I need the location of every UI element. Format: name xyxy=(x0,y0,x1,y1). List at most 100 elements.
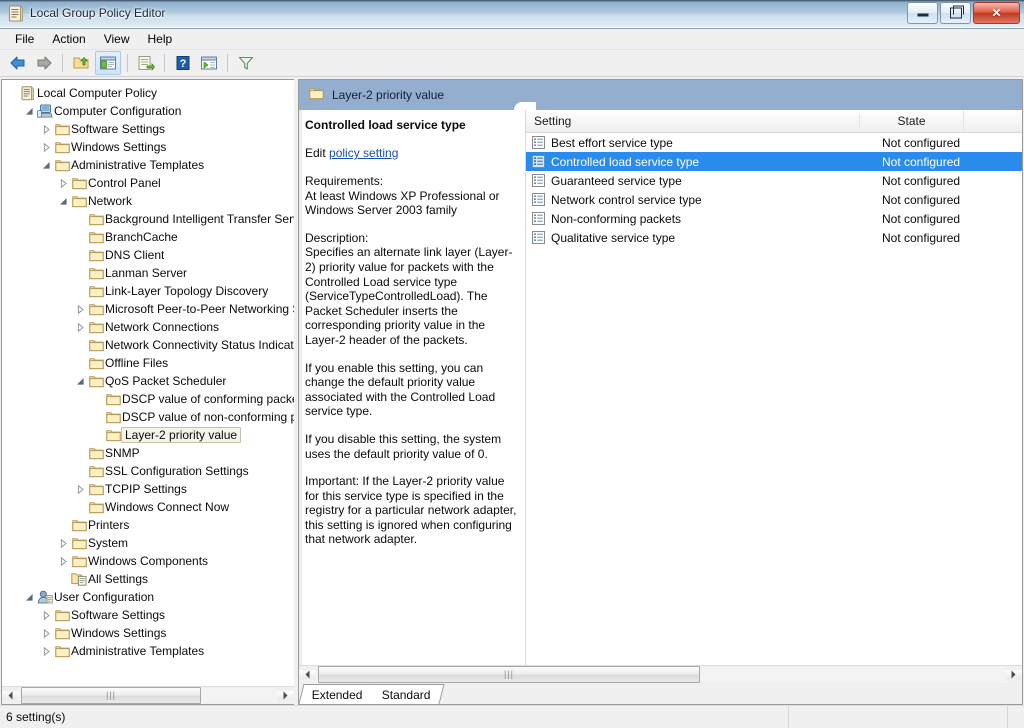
tree-item-dns-client[interactable]: DNS Client xyxy=(2,246,294,264)
table-row[interactable]: Qualitative service typeNot configured xyxy=(526,228,1022,247)
tree-item-windows-settings[interactable]: Windows Settings xyxy=(2,624,294,642)
back-arrow-icon xyxy=(9,55,27,71)
tree-item-software-settings[interactable]: Software Settings xyxy=(2,606,294,624)
tree-item-lanman-server[interactable]: Lanman Server xyxy=(2,264,294,282)
tree-horizontal-scrollbar[interactable]: ||| xyxy=(2,686,294,704)
tree-scroll-track[interactable]: ||| xyxy=(19,688,277,703)
tree-item-windows-connect-now[interactable]: Windows Connect Now xyxy=(2,498,294,516)
tree-scroll-left-button[interactable] xyxy=(2,691,19,700)
description-label: Description: xyxy=(305,231,517,246)
close-button[interactable]: ✕ xyxy=(973,2,1020,24)
tree-item-label: Windows Settings xyxy=(71,140,166,154)
results-horizontal-scrollbar[interactable]: ||| xyxy=(299,665,1022,683)
tree-item-network[interactable]: Network xyxy=(2,192,294,210)
description-scroll-indicator[interactable] xyxy=(299,110,302,665)
tree-item-windows-components[interactable]: Windows Components xyxy=(2,552,294,570)
chevron-down-icon[interactable] xyxy=(40,161,53,170)
description-block: Description: Specifies an alternate link… xyxy=(305,231,517,348)
folder-icon xyxy=(70,519,88,532)
tree-item-qos-packet-scheduler[interactable]: QoS Packet Scheduler xyxy=(2,372,294,390)
results-scroll-left-button[interactable] xyxy=(299,670,316,679)
maximize-button[interactable] xyxy=(940,2,971,24)
chevron-right-icon[interactable] xyxy=(40,611,53,620)
forward-button[interactable] xyxy=(32,52,56,74)
minimize-button[interactable] xyxy=(907,2,938,24)
tree-item-branchcache[interactable]: BranchCache xyxy=(2,228,294,246)
chevron-right-icon[interactable] xyxy=(57,557,70,566)
tree-item-ssl-configuration-settings[interactable]: SSL Configuration Settings xyxy=(2,462,294,480)
chevron-down-icon[interactable] xyxy=(23,107,36,116)
column-header-state[interactable]: State xyxy=(859,114,963,128)
up-one-level-button[interactable] xyxy=(69,52,93,74)
tree-item-system[interactable]: System xyxy=(2,534,294,552)
chevron-down-icon[interactable] xyxy=(74,377,87,386)
chevron-right-icon[interactable] xyxy=(40,629,53,638)
tree-item-computer-configuration[interactable]: Computer Configuration xyxy=(2,102,294,120)
tree-item-local-computer-policy[interactable]: Local Computer Policy xyxy=(2,84,294,102)
table-row[interactable]: Non-conforming packetsNot configured xyxy=(526,209,1022,228)
policy-setting-icon xyxy=(532,212,545,225)
chevron-right-icon[interactable] xyxy=(74,305,87,314)
tree-item-link-layer-topology-discovery[interactable]: Link-Layer Topology Discovery xyxy=(2,282,294,300)
results-scroll-track[interactable]: ||| xyxy=(316,667,1005,682)
chevron-right-icon[interactable] xyxy=(40,125,53,134)
export-list-button[interactable] xyxy=(134,52,158,74)
show-hide-action-pane-button[interactable] xyxy=(197,52,221,74)
tree-item-control-panel[interactable]: Control Panel xyxy=(2,174,294,192)
menu-help[interactable]: Help xyxy=(139,30,182,48)
tree-item-windows-settings[interactable]: Windows Settings xyxy=(2,138,294,156)
folder-icon xyxy=(104,429,122,442)
console-tree[interactable]: Local Computer PolicyComputer Configurat… xyxy=(2,80,294,686)
menu-action[interactable]: Action xyxy=(43,30,94,48)
tree-item-administrative-templates[interactable]: Administrative Templates xyxy=(2,642,294,660)
tree-item-tcpip-settings[interactable]: TCPIP Settings xyxy=(2,480,294,498)
table-row[interactable]: Controlled load service typeNot configur… xyxy=(526,152,1022,171)
tree-scroll-thumb[interactable]: ||| xyxy=(21,687,201,704)
tree-item-printers[interactable]: Printers xyxy=(2,516,294,534)
results-scroll-thumb[interactable]: ||| xyxy=(318,666,700,683)
column-header-setting[interactable]: Setting xyxy=(526,114,859,128)
tree-item-label: All Settings xyxy=(88,572,148,586)
filter-button[interactable] xyxy=(234,52,258,74)
table-row[interactable]: Guaranteed service typeNot configured xyxy=(526,171,1022,190)
chevron-down-icon[interactable] xyxy=(57,197,70,206)
tree-item-microsoft-peer-to-peer-networking-services[interactable]: Microsoft Peer-to-Peer Networking Servic… xyxy=(2,300,294,318)
show-hide-tree-button[interactable] xyxy=(95,51,121,75)
tab-standard[interactable]: Standard xyxy=(369,684,444,704)
chevron-right-icon[interactable] xyxy=(57,539,70,548)
results-scroll-right-button[interactable] xyxy=(1005,670,1022,679)
tree-item-user-configuration[interactable]: User Configuration xyxy=(2,588,294,606)
tree-item-network-connectivity-status-indicator[interactable]: Network Connectivity Status Indicator xyxy=(2,336,294,354)
tree-item-offline-files[interactable]: Offline Files xyxy=(2,354,294,372)
table-row[interactable]: Best effort service typeNot configured xyxy=(526,133,1022,152)
help-button[interactable]: ? xyxy=(171,52,195,74)
settings-list-rows[interactable]: Best effort service typeNot configuredCo… xyxy=(526,133,1022,665)
tree-item-background-intelligent-transfer-service[interactable]: Background Intelligent Transfer Service xyxy=(2,210,294,228)
chevron-right-icon[interactable] xyxy=(57,179,70,188)
table-row[interactable]: Network control service typeNot configur… xyxy=(526,190,1022,209)
tree-item-all-settings[interactable]: All Settings xyxy=(2,570,294,588)
tree-item-label: User Configuration xyxy=(54,590,154,604)
tree-item-dscp-value-of-non-conforming-packets[interactable]: DSCP value of non-conforming packets xyxy=(2,408,294,426)
chevron-right-icon[interactable] xyxy=(40,647,53,656)
local-group-policy-editor-window: Local Group Policy Editor ✕ File Action … xyxy=(0,0,1024,728)
tab-extended[interactable]: Extended xyxy=(299,684,377,704)
menu-file[interactable]: File xyxy=(6,30,43,48)
tree-item-administrative-templates[interactable]: Administrative Templates xyxy=(2,156,294,174)
tree-item-layer-2-priority-value[interactable]: Layer-2 priority value xyxy=(2,426,294,444)
policy-setting-link[interactable]: policy setting xyxy=(329,146,398,160)
policy-setting-icon xyxy=(532,193,545,206)
chevron-right-icon[interactable] xyxy=(40,143,53,152)
chevron-right-icon[interactable] xyxy=(74,485,87,494)
tree-item-software-settings[interactable]: Software Settings xyxy=(2,120,294,138)
scroll-grip-icon: ||| xyxy=(106,691,116,700)
tree-item-snmp[interactable]: SNMP xyxy=(2,444,294,462)
back-button[interactable] xyxy=(6,52,30,74)
chevron-down-icon[interactable] xyxy=(23,593,36,602)
menu-view[interactable]: View xyxy=(95,30,139,48)
tree-item-network-connections[interactable]: Network Connections xyxy=(2,318,294,336)
tree-scroll-right-button[interactable] xyxy=(277,691,294,700)
tree-item-dscp-value-of-conforming-packets[interactable]: DSCP value of conforming packets xyxy=(2,390,294,408)
tree-item-label: Software Settings xyxy=(71,122,165,136)
chevron-right-icon[interactable] xyxy=(74,323,87,332)
